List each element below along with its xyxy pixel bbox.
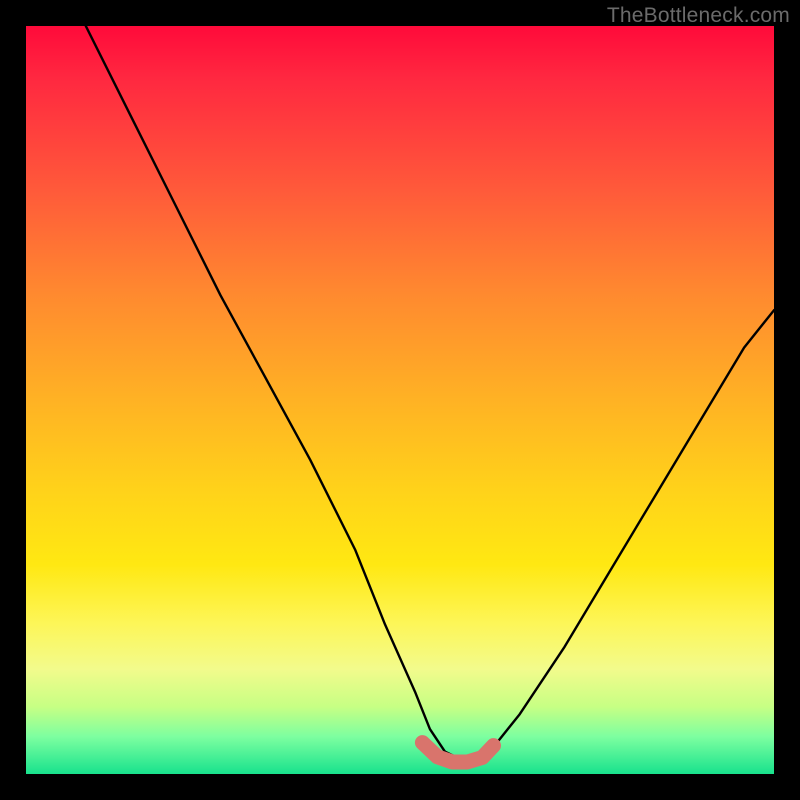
curve-layer [26,26,774,774]
plot-area [26,26,774,774]
optimal-zone-highlight [422,743,493,762]
watermark-text: TheBottleneck.com [607,4,790,28]
bottleneck-curve-path [86,26,774,759]
chart-frame: TheBottleneck.com [0,0,800,800]
